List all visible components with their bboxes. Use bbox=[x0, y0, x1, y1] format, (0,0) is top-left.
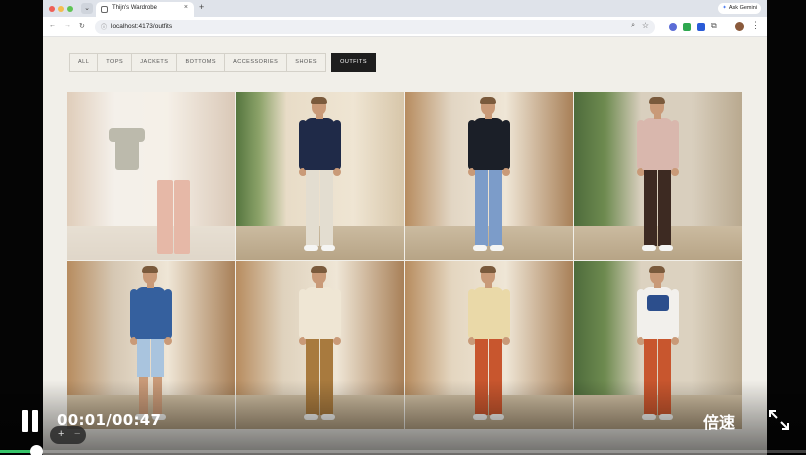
model-figure bbox=[296, 97, 344, 254]
zoom-control[interactable]: + − bbox=[50, 426, 86, 444]
gemini-sparkle-icon: ✦ bbox=[722, 5, 727, 11]
ask-gemini-label: Ask Gemini bbox=[728, 5, 757, 11]
filter-all[interactable]: All bbox=[69, 53, 99, 72]
playback-speed-button[interactable]: 倍速 bbox=[703, 409, 735, 433]
browser-toolbar: ← → ↻ ⓘ localhost:4173/outfits ⌕ ☆ ⧉ ⋮ bbox=[43, 17, 767, 37]
minimize-window-button[interactable] bbox=[58, 6, 64, 12]
back-arrow-icon[interactable]: ← bbox=[49, 22, 56, 29]
ask-gemini-button[interactable]: ✦ Ask Gemini bbox=[718, 3, 761, 14]
model-figure bbox=[634, 97, 682, 254]
filter-tops[interactable]: Tops bbox=[97, 53, 133, 72]
maximize-window-button[interactable] bbox=[67, 6, 73, 12]
outfit-card[interactable] bbox=[574, 92, 742, 260]
new-tab-button[interactable]: + bbox=[199, 2, 204, 12]
outfit-card[interactable] bbox=[67, 92, 235, 260]
extension-icon[interactable] bbox=[697, 23, 705, 31]
pause-button[interactable] bbox=[20, 410, 40, 432]
forward-arrow-icon[interactable]: → bbox=[64, 22, 71, 29]
bookmark-star-icon[interactable]: ☆ bbox=[642, 21, 649, 30]
outfit-card[interactable] bbox=[236, 92, 404, 260]
fullscreen-icon[interactable] bbox=[767, 408, 791, 432]
browser-menu-icon[interactable]: ⋮ bbox=[751, 20, 760, 31]
extensions-puzzle-icon[interactable]: ⧉ bbox=[711, 21, 717, 31]
outfit-grid bbox=[67, 92, 743, 429]
favicon-icon bbox=[101, 6, 108, 13]
profile-avatar[interactable] bbox=[735, 22, 744, 31]
faded-overlay bbox=[67, 92, 235, 260]
reload-icon[interactable]: ↻ bbox=[79, 22, 85, 30]
category-filter-bar: All Tops Jackets Bottoms Accessories Sho… bbox=[69, 53, 377, 72]
tab-active[interactable]: Thijn's Wardrobe × bbox=[96, 2, 194, 17]
pause-icon bbox=[22, 410, 28, 432]
filter-outfits[interactable]: Outfits bbox=[331, 53, 377, 72]
outfit-card[interactable] bbox=[405, 92, 573, 260]
address-bar[interactable]: ⓘ localhost:4173/outfits ⌕ ☆ bbox=[95, 20, 655, 34]
zoom-magnifier-icon[interactable]: ⌕ bbox=[631, 22, 635, 30]
close-window-button[interactable] bbox=[49, 6, 55, 12]
progress-scrubber-handle[interactable] bbox=[30, 445, 43, 455]
tab-search-chevron-icon[interactable]: ⌄ bbox=[81, 3, 93, 14]
tab-title: Thijn's Wardrobe bbox=[112, 5, 157, 11]
site-info-icon[interactable]: ⓘ bbox=[101, 22, 107, 31]
filter-accessories[interactable]: Accessories bbox=[224, 53, 288, 72]
extension-icon[interactable] bbox=[669, 23, 677, 31]
filter-jackets[interactable]: Jackets bbox=[131, 53, 178, 72]
model-figure bbox=[465, 97, 513, 254]
progress-fill bbox=[0, 450, 33, 453]
address-url[interactable]: localhost:4173/outfits bbox=[111, 23, 172, 30]
tab-close-icon[interactable]: × bbox=[184, 4, 188, 11]
zoom-in-icon[interactable]: + bbox=[58, 428, 64, 440]
zoom-out-icon[interactable]: − bbox=[74, 428, 80, 440]
tab-strip: ⌄ Thijn's Wardrobe × + ✦ Ask Gemini bbox=[43, 0, 767, 17]
video-player: ⌄ Thijn's Wardrobe × + ✦ Ask Gemini ← → ↻… bbox=[0, 0, 806, 455]
filter-bottoms[interactable]: Bottoms bbox=[176, 53, 226, 72]
filter-shoes[interactable]: Shoes bbox=[286, 53, 327, 72]
progress-bar[interactable] bbox=[0, 450, 806, 453]
shield-extension-icon[interactable] bbox=[683, 23, 691, 31]
pause-icon bbox=[32, 410, 38, 432]
